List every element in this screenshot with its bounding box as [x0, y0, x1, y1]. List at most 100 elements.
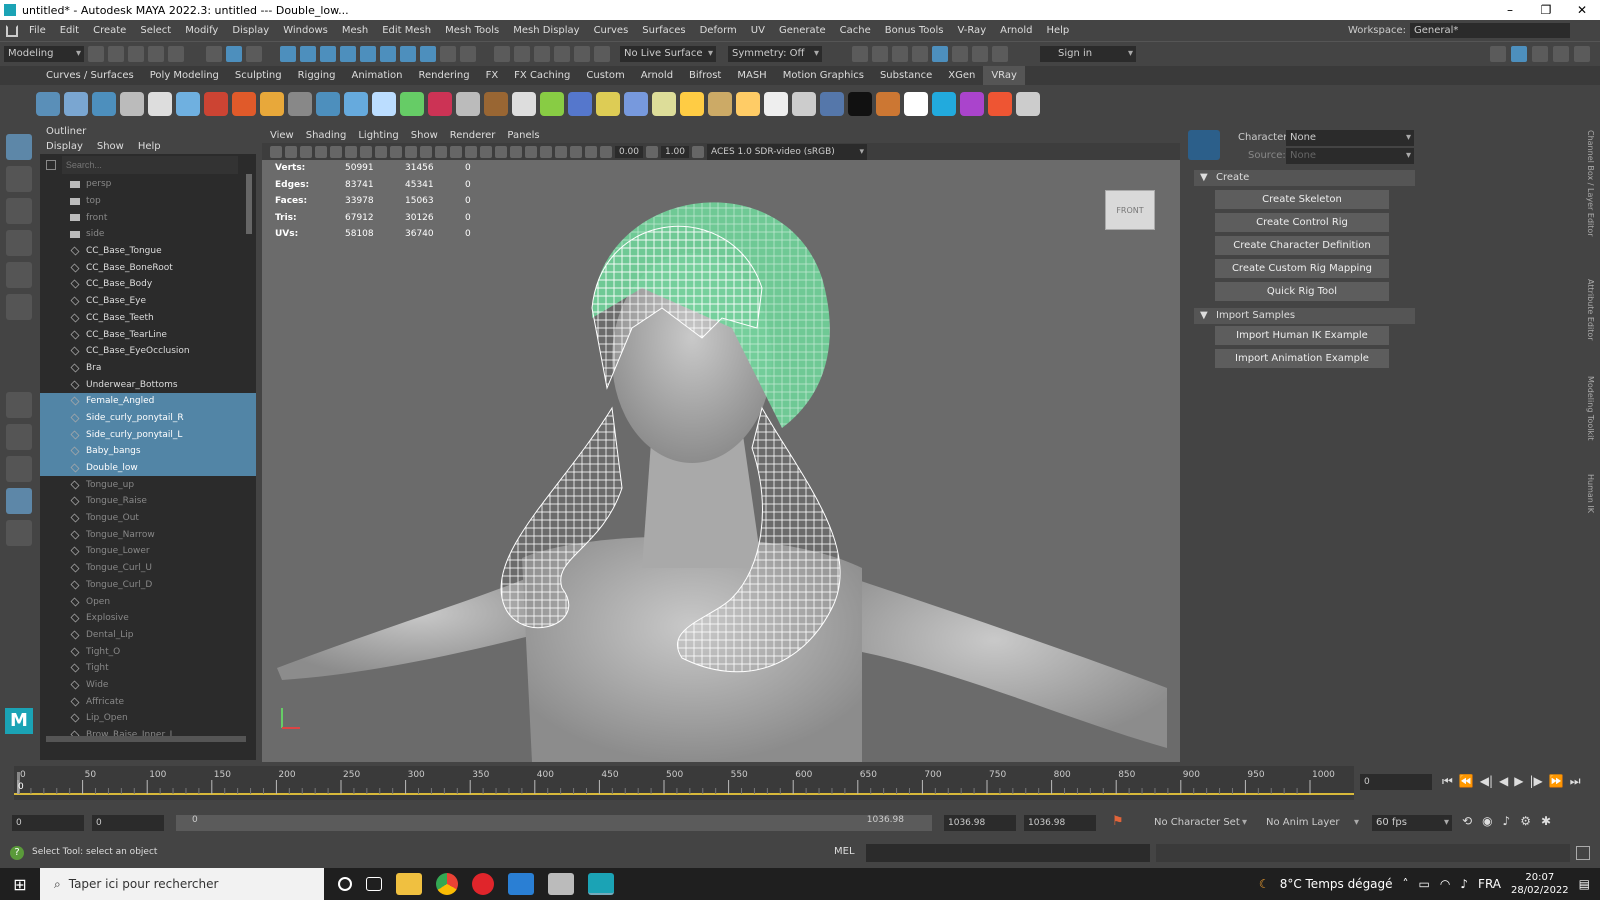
field-chart-icon[interactable] — [390, 145, 402, 158]
shelf-tab-curves-surfaces[interactable]: Curves / Surfaces — [38, 66, 142, 85]
shelf-tool-icon[interactable] — [596, 91, 620, 116]
shelf-tool-icon[interactable] — [568, 91, 592, 116]
shelf-tool-icon[interactable] — [540, 91, 564, 116]
auto-key-icon[interactable]: ⚑ — [1112, 814, 1124, 829]
snap-surface-icon[interactable] — [360, 45, 376, 62]
command-line-input[interactable] — [866, 844, 1150, 862]
outliner-item[interactable]: Tongue_Out — [40, 510, 256, 527]
shelf-tool-icon[interactable] — [904, 91, 928, 116]
render-view-icon[interactable] — [852, 45, 868, 62]
outliner-item[interactable]: persp — [40, 176, 256, 193]
workspace-select[interactable]: General* — [1410, 23, 1570, 38]
menu-create[interactable]: Create — [86, 20, 133, 41]
maximize-button[interactable]: ❐ — [1528, 0, 1564, 20]
outliner-item[interactable]: Baby_bangs — [40, 443, 256, 460]
maya-taskbar-icon[interactable] — [588, 873, 614, 895]
save-scene-icon[interactable] — [128, 45, 144, 62]
tool-settings-toggle-icon[interactable] — [1553, 46, 1569, 62]
app-icon[interactable] — [548, 873, 574, 895]
meet-now-icon[interactable]: ▭ — [1419, 877, 1430, 891]
hik-character-icon[interactable] — [1188, 130, 1220, 160]
film-gate-icon[interactable] — [345, 145, 357, 158]
import-section-header[interactable]: ▼ Import Samples — [1194, 308, 1415, 324]
go-to-start-icon[interactable]: ⏮ — [1442, 774, 1453, 789]
create-skeleton-button[interactable]: Create Skeleton — [1215, 190, 1389, 209]
refresh-icon[interactable] — [594, 45, 610, 62]
shelf-tool-icon[interactable] — [484, 91, 508, 116]
shelf-tool-icon[interactable] — [232, 91, 256, 116]
output-ops-icon[interactable] — [514, 45, 530, 62]
channel-box-toggle-icon[interactable] — [1511, 46, 1527, 62]
shelf-tool-icon[interactable] — [1016, 91, 1040, 116]
menu-generate[interactable]: Generate — [772, 20, 833, 41]
attribute-editor-toggle-icon[interactable] — [1532, 46, 1548, 62]
shelf-tab-custom[interactable]: Custom — [578, 66, 632, 85]
shelf-tool-icon[interactable] — [764, 91, 788, 116]
snap-point-icon[interactable] — [320, 45, 336, 62]
shelf-tab-fx[interactable]: FX — [478, 66, 507, 85]
outliner-item[interactable]: Side_curly_ponytail_L — [40, 426, 256, 443]
exposure-icon[interactable] — [600, 145, 612, 158]
outliner-item[interactable]: Open — [40, 593, 256, 610]
character-select[interactable]: None — [1286, 130, 1414, 146]
weather-text[interactable]: 8°C Temps dégagé — [1280, 877, 1393, 891]
menu-edit[interactable]: Edit — [53, 20, 86, 41]
step-forward-key-icon[interactable]: ⏩ — [1549, 774, 1564, 789]
shelf-tool-icon[interactable] — [680, 91, 704, 116]
ipr-render-icon[interactable] — [892, 45, 908, 62]
gate-mask-icon[interactable] — [375, 145, 387, 158]
select-component-icon[interactable] — [246, 45, 262, 62]
snap-vertex-icon[interactable] — [380, 45, 396, 62]
render-setup-icon[interactable] — [952, 45, 968, 62]
side-tab-modeling-toolkit[interactable]: Modeling Toolkit — [1586, 376, 1595, 440]
outliner-item[interactable]: front — [40, 209, 256, 226]
bookmarks-icon[interactable] — [300, 145, 312, 158]
shelf-tool-icon[interactable] — [400, 91, 424, 116]
modeling-toolkit-toggle-icon[interactable] — [1574, 46, 1590, 62]
xray-joints-icon[interactable] — [585, 145, 597, 158]
persp-outliner-layout-icon[interactable] — [6, 456, 32, 482]
snap-face-icon[interactable] — [420, 45, 436, 62]
anim-start-field[interactable]: 0 — [12, 815, 84, 831]
xray-icon[interactable] — [570, 145, 582, 158]
symmetry-select[interactable]: Symmetry: Off — [728, 45, 822, 62]
play-backward-icon[interactable]: ◀ — [1499, 774, 1508, 789]
windows-start-icon[interactable]: ⊞ — [0, 875, 40, 894]
photos-icon[interactable] — [508, 873, 534, 895]
shelf-tool-icon[interactable] — [120, 91, 144, 116]
shelf-tool-icon[interactable] — [92, 91, 116, 116]
outliner-layout-icon[interactable] — [6, 488, 32, 514]
snap-curve-icon[interactable] — [300, 45, 316, 62]
shelf-tab-substance[interactable]: Substance — [872, 66, 940, 85]
menu-select[interactable]: Select — [133, 20, 178, 41]
viewport-menu-shading[interactable]: Shading — [306, 128, 347, 143]
shelf-tab-vray[interactable]: VRay — [983, 66, 1025, 85]
clock[interactable]: 20:07 28/02/2022 — [1511, 871, 1569, 897]
outliner-item[interactable]: CC_Base_BoneRoot — [40, 259, 256, 276]
paint-select-tool-icon[interactable] — [6, 198, 32, 224]
cache-playback-icon[interactable]: ◉ — [1482, 814, 1492, 828]
render-frame-icon[interactable] — [872, 45, 888, 62]
rotate-tool-icon[interactable] — [6, 262, 32, 288]
step-back-key-icon[interactable]: ⏪ — [1459, 774, 1474, 789]
range-start-field[interactable]: 0 — [92, 815, 164, 831]
outliner-search-input[interactable] — [61, 156, 238, 174]
four-view-layout-icon[interactable] — [6, 424, 32, 450]
outliner-item[interactable]: Explosive — [40, 610, 256, 627]
safe-action-icon[interactable] — [405, 145, 417, 158]
quick-rig-tool-button[interactable]: Quick Rig Tool — [1215, 282, 1389, 301]
color-management-icon[interactable] — [692, 145, 704, 158]
outliner-item[interactable]: Female_Angled — [40, 392, 256, 410]
shelf-tool-icon[interactable] — [204, 91, 228, 116]
menu-arnold[interactable]: Arnold — [993, 20, 1039, 41]
menu-mesh-display[interactable]: Mesh Display — [506, 20, 586, 41]
outliner-item[interactable]: Tight_O — [40, 643, 256, 660]
shelf-tool-icon[interactable] — [260, 91, 284, 116]
language-indicator[interactable]: FRA — [1478, 877, 1501, 891]
render-settings-icon[interactable] — [912, 45, 928, 62]
menu-windows[interactable]: Windows — [276, 20, 335, 41]
side-tab-channel-box-layer-editor[interactable]: Channel Box / Layer Editor — [1586, 130, 1595, 237]
shelf-tab-rendering[interactable]: Rendering — [410, 66, 477, 85]
shelf-tool-icon[interactable] — [372, 91, 396, 116]
range-slider[interactable]: 0 1036.98 — [176, 815, 932, 831]
